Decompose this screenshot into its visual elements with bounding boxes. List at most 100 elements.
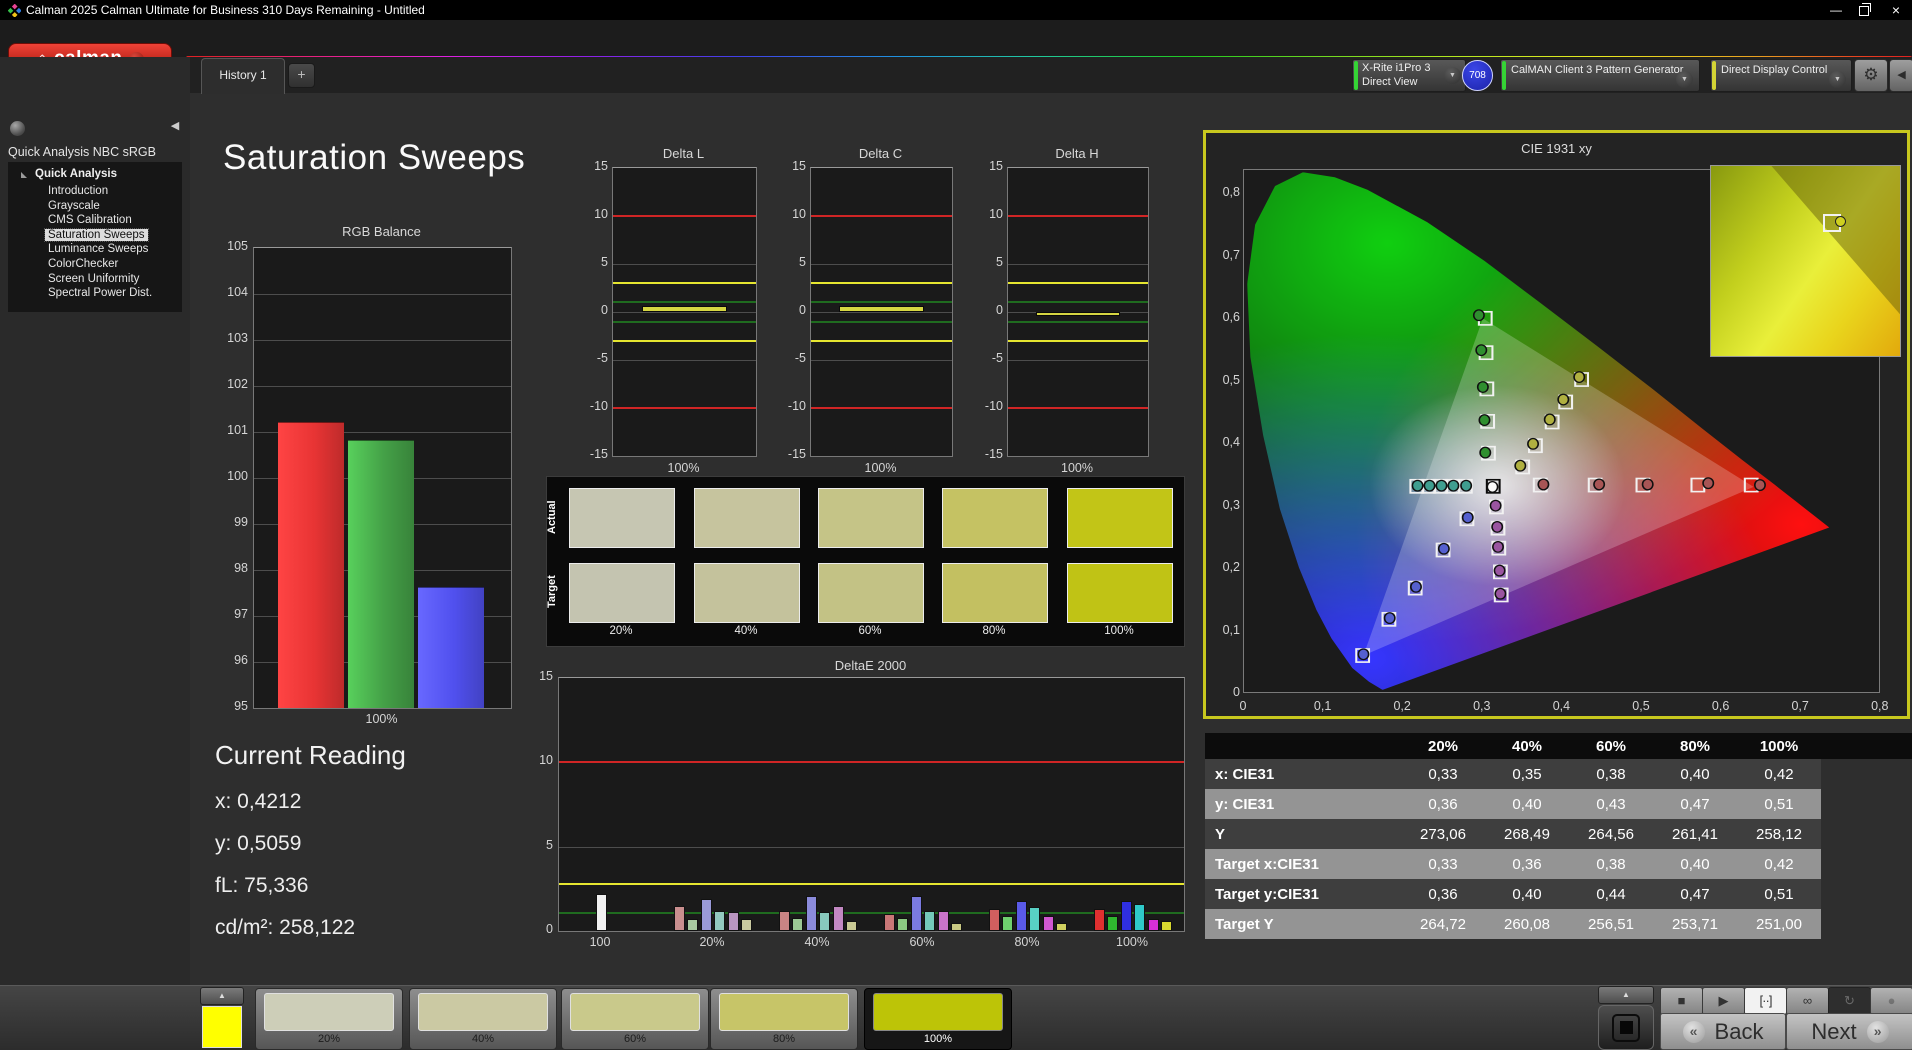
table-cell: 0,36 <box>1428 795 1458 813</box>
gear-icon: ⚙ <box>1863 65 1879 84</box>
sidebar-item-luminance-sweeps[interactable]: Luminance Sweeps <box>8 242 182 257</box>
pattern-button-20[interactable]: 20% <box>255 988 403 1050</box>
deltae-bar <box>700 898 712 931</box>
measured-dot-blue <box>1410 580 1422 593</box>
table-cell: 258,12 <box>1756 825 1802 843</box>
back-button[interactable]: « Back <box>1660 1013 1786 1050</box>
stop-button[interactable]: ■ <box>1660 987 1703 1015</box>
y-tick-label: 5 <box>601 255 608 269</box>
y-tick-label: -10 <box>984 399 1003 413</box>
patch-row-label: Actual <box>546 500 558 534</box>
limit-line-green <box>811 301 952 304</box>
chevron-up-icon: ▲ <box>218 991 226 1000</box>
play-button[interactable]: ▶ <box>1702 987 1745 1015</box>
add-tab-button[interactable]: + <box>288 63 315 88</box>
tree-root-quick-analysis[interactable]: Quick Analysis <box>8 168 182 184</box>
delta-l-title: Delta L <box>662 146 705 161</box>
table-cell: 0,44 <box>1596 885 1626 903</box>
rgb-balance-title: RGB Balance <box>342 224 421 239</box>
y-tick-label: 15 <box>539 669 553 683</box>
deltae-bar <box>1056 922 1068 931</box>
settings-button[interactable]: ⚙ <box>1854 59 1888 92</box>
restore-button[interactable] <box>1852 1 1876 19</box>
sidebar-item-cms-calibration[interactable]: CMS Calibration <box>8 213 182 228</box>
saturation-patches-panel: Actual Target 20% 40% 60% 80% 100% <box>546 476 1185 647</box>
measured-dot-yellow <box>1543 413 1556 426</box>
y-tick-label: 5 <box>996 255 1003 269</box>
back-label: Back <box>1714 1018 1764 1044</box>
sidebar: ◀ Quick Analysis NBC sRGB Quick Analysis… <box>0 57 190 985</box>
table-cell: 0,51 <box>1764 795 1794 813</box>
pattern-generator-selector[interactable]: CalMAN Client 3 Pattern Generator ▼ <box>1500 59 1700 92</box>
chevron-up-icon: ▲ <box>1622 990 1630 999</box>
limit-line-red <box>1008 215 1148 217</box>
refresh-button[interactable]: ↻ <box>1828 987 1871 1015</box>
play-icon: ▶ <box>1718 993 1729 1008</box>
meter-selector[interactable]: X-Rite i1Pro 3 Direct View ▼ <box>1352 59 1466 92</box>
limit-line-yellow <box>1008 339 1148 342</box>
gridline <box>613 360 756 361</box>
deltae-bar <box>1015 900 1027 931</box>
pattern-button-100[interactable]: 100% <box>864 988 1012 1050</box>
table-cell: 0,35 <box>1512 765 1542 783</box>
table-cell: 261,41 <box>1672 825 1718 843</box>
pattern-label: 40% <box>471 1033 495 1045</box>
pattern-button-40[interactable]: 40% <box>409 988 557 1050</box>
sidebar-item-introduction[interactable]: Introduction <box>8 184 182 199</box>
target-patch-80 <box>942 563 1048 623</box>
pattern-preview-swatch[interactable] <box>202 1006 242 1048</box>
delta-bar <box>1036 312 1120 316</box>
y-tick-label: 104 <box>227 285 248 299</box>
table-cell: 0,38 <box>1596 855 1626 873</box>
blank-button[interactable]: ● <box>1870 987 1912 1015</box>
sidebar-item-screen-uniformity[interactable]: Screen Uniformity <box>8 272 182 287</box>
sidebar-collapse-button[interactable]: ◀ <box>164 117 186 135</box>
pattern-preview-expand-button[interactable]: ▲ <box>200 987 244 1005</box>
table-cell: 0,42 <box>1764 765 1794 783</box>
y-tick-label: 102 <box>227 377 248 391</box>
cie-zoom-inset <box>1710 165 1901 357</box>
sidebar-item-saturation-sweeps[interactable]: Saturation Sweeps <box>8 227 182 243</box>
rgb-balance-xlabel: 100% <box>365 712 398 726</box>
current-reading-line: x: 0,4212 <box>215 790 302 813</box>
meter-mode: Direct View <box>1362 76 1418 88</box>
table-row-label: y: CIE31 <box>1215 795 1275 813</box>
collapse-panel-button[interactable]: ◀ <box>1889 59 1912 92</box>
patch-level-label: 80% <box>982 625 1006 637</box>
pattern-display-button[interactable] <box>1598 1005 1654 1050</box>
tab-history-1[interactable]: History 1 <box>201 58 285 94</box>
transport-expand-button[interactable]: ▲ <box>1598 986 1654 1004</box>
chevron-left-icon: ◀ <box>170 120 180 132</box>
y-tick-label: 0 <box>546 922 553 936</box>
deltae-bar <box>727 912 739 931</box>
sidebar-item-spectral-power-dist[interactable]: Spectral Power Dist. <box>8 286 182 301</box>
table-row: Target Y 264,72 260,08 256,51 253,71 251,00 <box>1205 909 1821 939</box>
limit-line-green <box>811 320 952 323</box>
measured-dot-magenta <box>1492 540 1504 553</box>
loop-button[interactable]: ∞ <box>1786 987 1829 1015</box>
meter-status-stripe <box>1354 61 1358 90</box>
workflow-options-button[interactable] <box>10 121 25 136</box>
table-cell: 0,42 <box>1764 855 1794 873</box>
sidebar-item-grayscale[interactable]: Grayscale <box>8 199 182 214</box>
deltae-group-label: 40% <box>804 935 830 949</box>
pattern-button-60[interactable]: 60% <box>561 988 709 1050</box>
minimize-button[interactable]: — <box>1824 1 1848 19</box>
close-button[interactable]: × <box>1884 1 1908 19</box>
sidebar-item-colorchecker[interactable]: ColorChecker <box>8 257 182 272</box>
measured-dot-green <box>1478 414 1491 427</box>
pattern-button-80[interactable]: 80% <box>710 988 858 1050</box>
pattern-generator-name: CalMAN Client 3 Pattern Generator <box>1511 64 1684 76</box>
y-tick-label: 15 <box>594 159 608 173</box>
table-column-header: 20% <box>1427 737 1459 755</box>
table-cell: 0,38 <box>1596 765 1626 783</box>
next-button[interactable]: Next » <box>1786 1013 1912 1050</box>
meter-reading-badge[interactable]: 708 <box>1462 60 1493 91</box>
pattern-window-icon: [··] <box>1759 993 1773 1008</box>
delta-l-chart <box>612 167 757 457</box>
display-control-selector[interactable]: Direct Display Control ▼ <box>1710 59 1852 92</box>
deltae-bar <box>988 909 1000 931</box>
deltae-bar <box>1029 907 1041 931</box>
measured-dot-cyan <box>1447 479 1460 492</box>
pattern-window-button[interactable]: [··] <box>1744 987 1787 1015</box>
